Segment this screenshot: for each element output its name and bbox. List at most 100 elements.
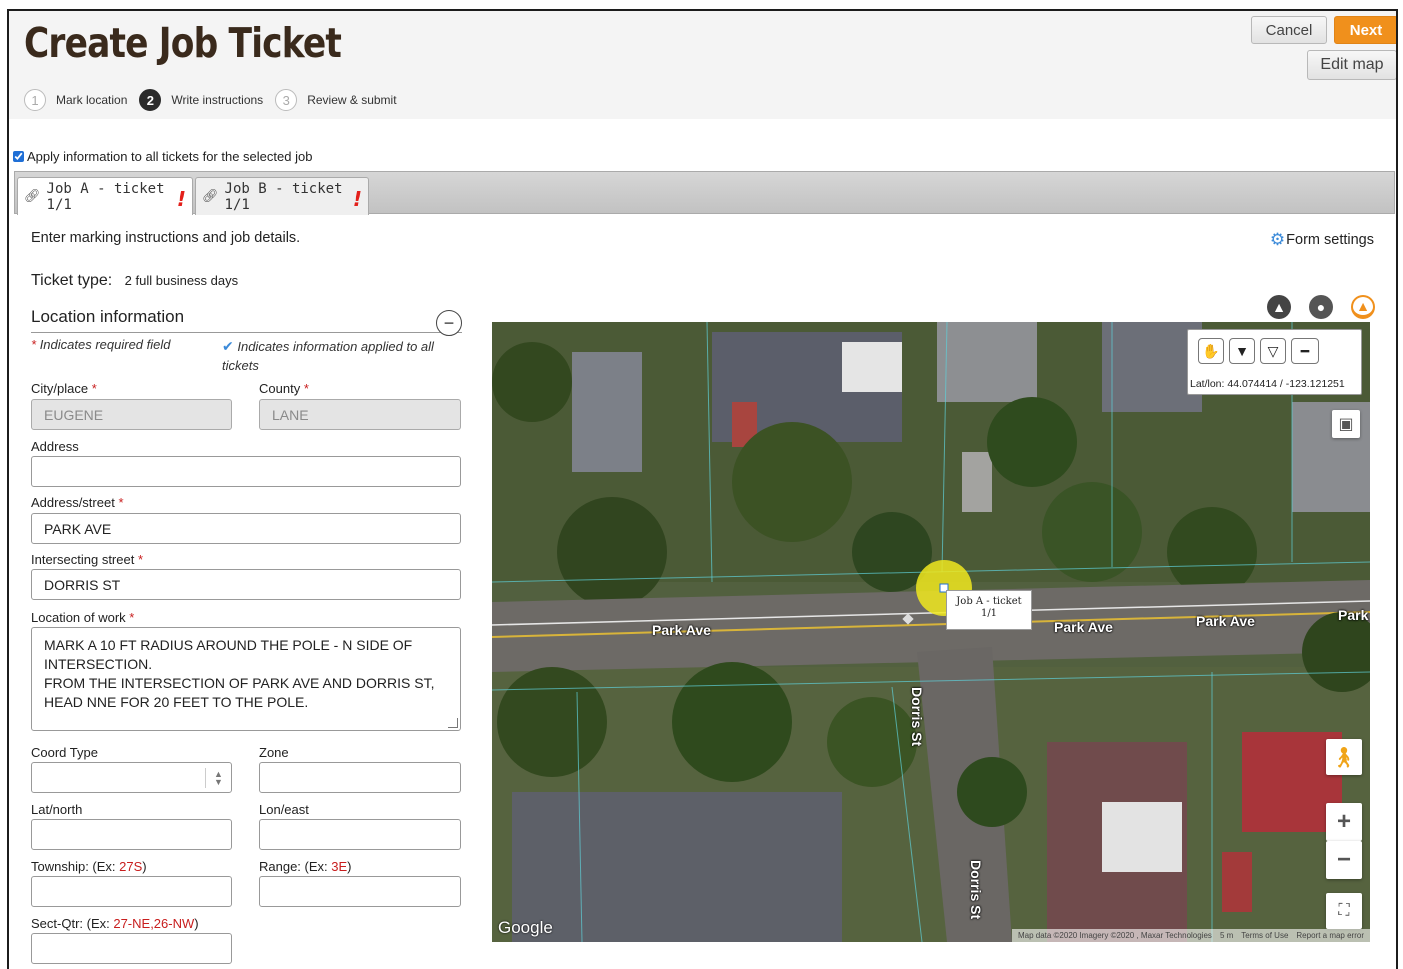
required-star: * [31, 337, 37, 352]
address-street-field[interactable]: PARK AVE [31, 513, 461, 544]
map-layer-toggles: ▲ ● ▲ [1267, 295, 1375, 319]
required-star: * [137, 552, 144, 567]
paren: ) [142, 859, 147, 874]
form-settings-label: Form settings [1286, 232, 1374, 248]
county-field[interactable]: LANE [259, 399, 461, 430]
city-label: City/place * [31, 381, 97, 396]
lat-field[interactable] [31, 819, 232, 850]
form-settings-link[interactable]: ⚙ Form settings [1270, 230, 1374, 250]
sectqtr-label-text: Sect-Qtr: (Ex: [31, 916, 114, 931]
street-label-text: Address/street [31, 495, 115, 510]
location-heading: Location information [31, 307, 185, 326]
work-location-label: Location of work * [31, 610, 134, 625]
township-label: Township: (Ex: 27S) [31, 859, 147, 874]
required-star: * [303, 381, 309, 396]
required-note-text: Indicates required field [39, 337, 171, 352]
sectqtr-example: 27-NE,26-NW [113, 916, 195, 931]
map-attribution: Map data ©2020 Imagery ©2020 , Maxar Tec… [1011, 929, 1370, 942]
terms-link[interactable]: Terms of Use [1241, 931, 1288, 940]
range-label: Range: (Ex: 3E) [259, 859, 352, 874]
fullscreen-icon[interactable]: ⛶ [1326, 893, 1362, 929]
ticket-tabs: 🔗︎ Job A - ticket 1/1 ! 🔗︎ Job B - ticke… [14, 171, 1395, 215]
step-label-mark-location: Mark location [56, 93, 128, 107]
layers-person-icon[interactable]: ▲ [1267, 295, 1291, 319]
apply-all-row[interactable]: Apply information to all tickets for the… [13, 149, 312, 164]
edit-map-button[interactable]: Edit map [1307, 50, 1396, 80]
hand-icon[interactable]: ✋ [1198, 338, 1224, 364]
warning-icon: ! [176, 187, 186, 211]
lon-field[interactable] [259, 819, 461, 850]
report-error-link[interactable]: Report a map error [1296, 931, 1364, 940]
address-label: Address [31, 439, 79, 454]
link-icon: 🔗︎ [24, 189, 41, 204]
applied-note-text: Indicates information applied to all tic… [222, 339, 434, 373]
coord-type-select[interactable]: ▲ ▼ [31, 762, 232, 793]
required-star: * [91, 381, 97, 396]
tab-label: Job B - ticket 1/1 [224, 180, 343, 213]
step-label-review-submit: Review & submit [307, 93, 397, 107]
fit-bounds-icon[interactable]: ▣ [1332, 410, 1360, 438]
instructions-text: Enter marking instructions and job detai… [31, 230, 301, 246]
ticket-popup[interactable]: Job A - ticket 1/1 [946, 590, 1032, 630]
resize-grip-icon[interactable] [448, 718, 458, 728]
intersecting-label-text: Intersecting street [31, 552, 135, 567]
page-title: Create Job Ticket [24, 19, 342, 67]
zone-field[interactable] [259, 762, 461, 793]
cancel-button[interactable]: Cancel [1251, 16, 1327, 44]
range-field[interactable] [259, 876, 461, 907]
pin-icon[interactable]: ▼ [1229, 338, 1255, 364]
pin-outline-icon[interactable]: ▽ [1260, 338, 1286, 364]
select-arrows-icon: ▲ ▼ [205, 768, 231, 788]
township-field[interactable] [31, 876, 232, 907]
location-of-work-textarea[interactable]: MARK A 10 FT RADIUS AROUND THE POLE - N … [31, 627, 461, 731]
warning-icon: ! [352, 187, 362, 211]
google-logo: Google [498, 918, 553, 937]
county-label-text: County [259, 381, 301, 396]
address-field[interactable] [31, 456, 461, 487]
required-note: * Indicates required field [31, 337, 171, 352]
step-number-2: 2 [139, 89, 162, 111]
apply-all-checkbox[interactable] [13, 151, 24, 162]
tab-job-a[interactable]: 🔗︎ Job A - ticket 1/1 ! [17, 177, 193, 215]
street-label: Park Ave [652, 622, 711, 638]
work-label-text: Location of work [31, 610, 126, 625]
paren: ) [347, 859, 352, 874]
lat-label: Lat/north [31, 802, 83, 817]
apply-all-label: Apply information to all tickets for the… [27, 149, 313, 164]
pegman-icon[interactable]: 🚶︎ [1326, 739, 1362, 775]
tab-label: Job A - ticket 1/1 [46, 180, 165, 213]
lat-lon-readout: Lat/lon: 44.074414 / -123.121251 [1190, 378, 1345, 390]
township-example: 27S [119, 859, 143, 874]
gear-icon: ⚙ [1269, 230, 1286, 249]
zoom-in-button[interactable]: + [1326, 803, 1362, 841]
check-icon: ✔ [222, 338, 234, 354]
header-bar: Create Job Ticket 1 Mark location 2 Writ… [9, 11, 1396, 119]
intersecting-label: Intersecting street * [31, 552, 143, 567]
step-number-1: 1 [24, 89, 46, 111]
range-label-text: Range: (Ex: [259, 859, 332, 874]
satellite-map[interactable]: Park Ave Park Ave Park Ave Park Dorris S… [492, 322, 1370, 942]
sect-qtr-field[interactable] [31, 933, 232, 964]
location-section-header: Location information − [31, 307, 462, 336]
app-frame: Create Job Ticket 1 Mark location 2 Writ… [7, 9, 1398, 969]
zone-label: Zone [259, 745, 289, 760]
city-label-text: City/place [31, 381, 89, 396]
map-imagery [492, 322, 1370, 942]
street-label: Park [1338, 607, 1369, 623]
collapse-icon[interactable]: − [436, 310, 462, 336]
street-label: Dorris St [909, 687, 925, 747]
tab-job-b[interactable]: 🔗︎ Job B - ticket 1/1 ! [195, 177, 369, 215]
next-button[interactable]: Next [1334, 16, 1396, 44]
ruler-icon[interactable]: ━ [1291, 338, 1319, 364]
scale-label: 5 m [1219, 931, 1234, 940]
streetview-icon[interactable]: ▲ [1351, 295, 1375, 319]
ticket-type: Ticket type: 2 full business days [31, 272, 238, 290]
globe-icon[interactable]: ● [1309, 295, 1333, 319]
intersecting-street-field[interactable]: DORRIS ST [31, 569, 461, 600]
zoom-out-button[interactable]: − [1326, 841, 1362, 879]
sect-qtr-label: Sect-Qtr: (Ex: 27-NE,26-NW) [31, 916, 199, 931]
street-label: Park Ave [1196, 613, 1255, 629]
map-data-credit: Map data ©2020 Imagery ©2020 , Maxar Tec… [1017, 931, 1212, 940]
city-field[interactable]: EUGENE [31, 399, 232, 430]
step-number-3: 3 [275, 89, 298, 111]
